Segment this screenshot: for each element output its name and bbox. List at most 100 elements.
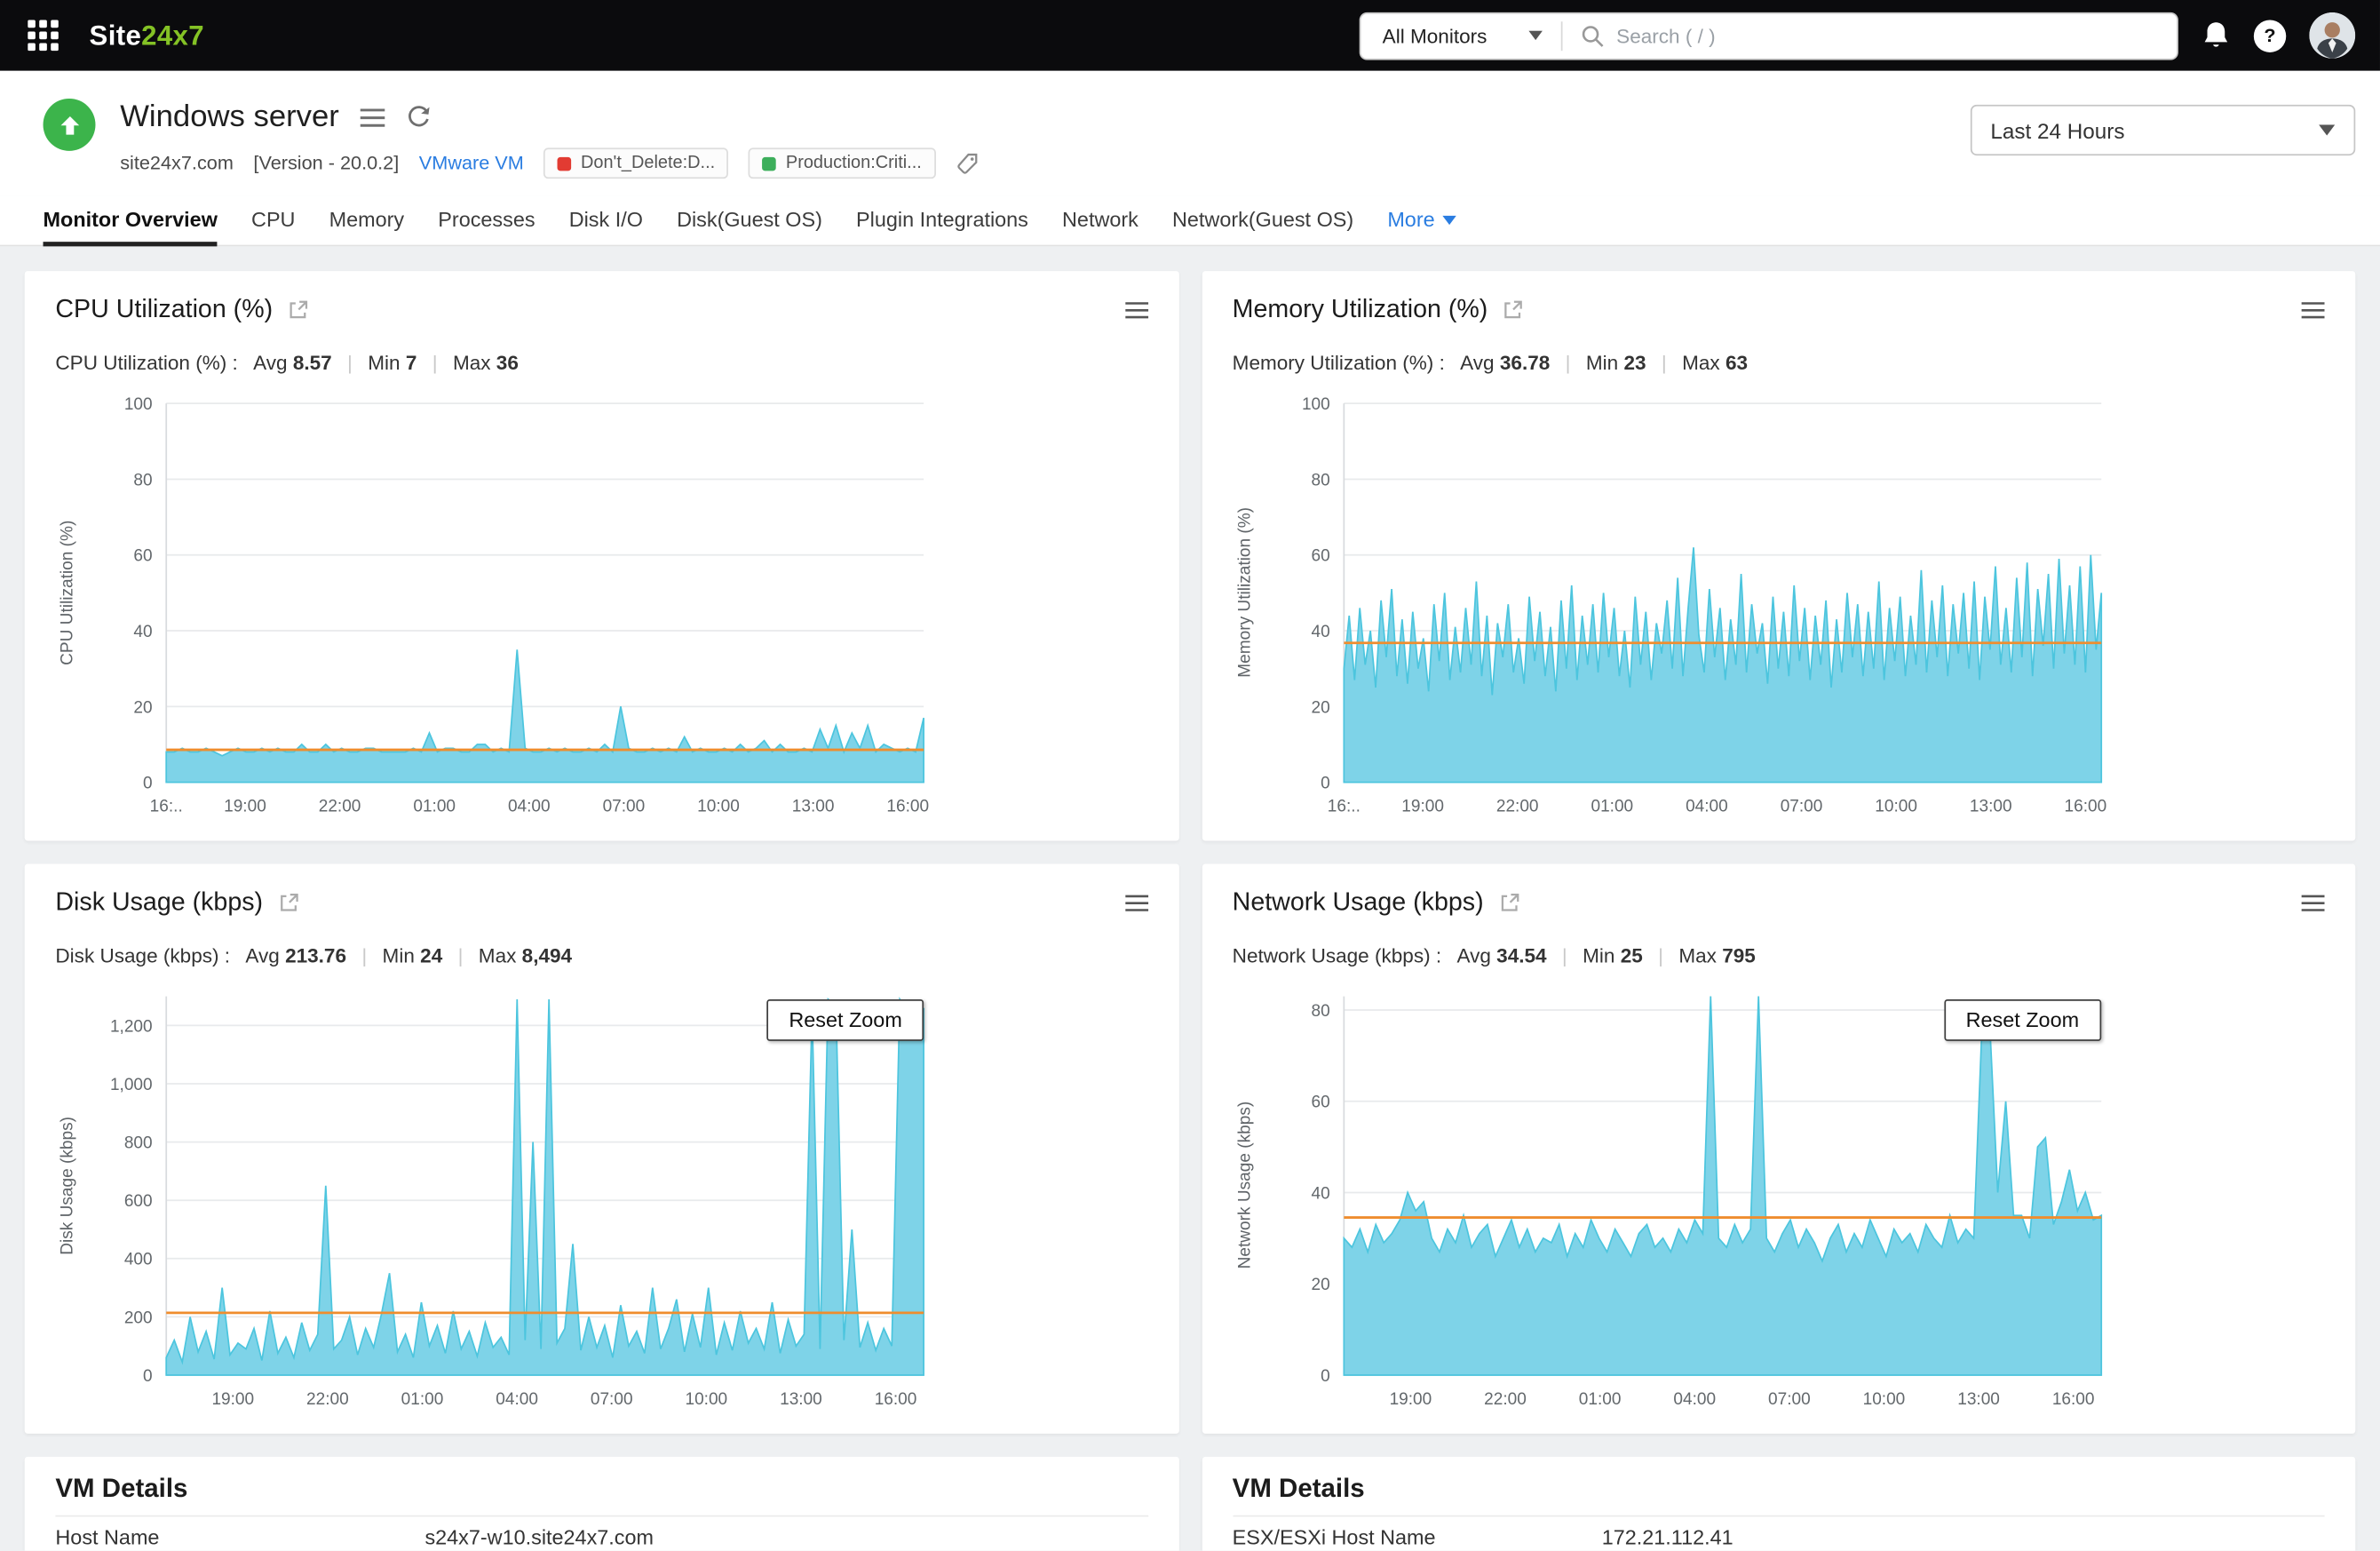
stat-min: Min 7 [368,350,417,374]
all-monitors-label: All Monitors [1382,23,1488,47]
chart-title: Disk Usage (kbps) [55,887,264,916]
expand-icon[interactable] [289,299,309,320]
memory-utilization-card: Memory Utilization (%) Memory Utilizatio… [1201,271,2356,841]
caret-down-icon [1528,30,1543,41]
reset-zoom-button[interactable]: Reset Zoom [767,999,924,1041]
tab-network-guest-os[interactable]: Network(Guest OS) [1172,208,1353,245]
svg-text:0: 0 [143,1367,153,1386]
search-icon [1582,25,1604,47]
vm-detail-row: ESX/ESXi Host Name 172.21.112.41 [1232,1515,2325,1549]
svg-text:19:00: 19:00 [224,798,266,816]
memory-chart[interactable]: 0 20 40 60 80 100 16:.. 19:00 22:00 01:00 04:00 07:… [1257,382,2134,825]
svg-text:04:00: 04:00 [1685,798,1727,816]
svg-text:16:00: 16:00 [875,1390,917,1409]
expand-icon[interactable] [1503,299,1524,320]
svg-text:07:00: 07:00 [1780,798,1822,816]
vm-detail-value: s24x7-w10.site24x7.com [424,1525,654,1549]
tab-memory[interactable]: Memory [329,208,405,245]
vm-detail-label: Host Name [55,1525,160,1549]
tab-plugin-integrations[interactable]: Plugin Integrations [856,208,1028,245]
svg-text:40: 40 [1311,623,1329,641]
svg-text:13:00: 13:00 [1956,1390,1999,1409]
svg-text:80: 80 [133,471,152,489]
tab-network[interactable]: Network [1062,208,1138,245]
page-title: Windows server [120,99,339,133]
tab-disk-guest-os[interactable]: Disk(Guest OS) [677,208,822,245]
tab-disk-io[interactable]: Disk I/O [569,208,643,245]
site24x7-logo[interactable]: Site24x7 [90,20,204,52]
all-monitors-dropdown[interactable]: All Monitors [1361,13,1560,58]
chart-stats: Disk Usage (kbps) : Avg 213.76 | Min 24 … [55,941,1147,968]
chart-menu-icon[interactable] [1124,894,1148,911]
svg-text:40: 40 [133,623,152,641]
tab-processes[interactable]: Processes [438,208,535,245]
topbar-controls: All Monitors ? [1359,12,2356,60]
logo-text-24x7: 24x7 [141,19,204,51]
topbar: Site24x7 All Monitors ? [0,0,2380,71]
chart-menu-icon[interactable] [2301,894,2325,911]
separator: | [1658,943,1664,966]
caret-down-icon [2319,124,2336,136]
monitor-header: Windows server site24x7.com [Version - 2… [0,70,2380,196]
svg-text:100: 100 [124,395,153,414]
svg-text:800: 800 [124,1134,153,1153]
search-input[interactable] [1616,23,2159,47]
search-pill: All Monitors [1359,12,2178,60]
time-range-dropdown[interactable]: Last 24 Hours [1970,104,2356,156]
svg-text:40: 40 [1311,1184,1329,1203]
search-box[interactable] [1563,13,2178,58]
tag-color-green [762,155,777,171]
apps-grid-icon[interactable] [28,20,59,52]
dashboard-grid: CPU Utilization (%) CPU Utilization (%) … [0,246,2380,1551]
svg-text:01:00: 01:00 [413,798,456,816]
separator: | [432,350,438,374]
svg-text:22:00: 22:00 [1495,798,1538,816]
y-axis-label: Disk Usage (kbps) [58,1116,77,1255]
stat-avg: Avg 34.54 [1456,943,1547,966]
expand-icon[interactable] [1499,893,1519,913]
refresh-icon[interactable] [407,105,432,130]
svg-text:0: 0 [143,775,153,793]
expand-icon[interactable] [278,893,298,913]
monitor-version: [Version - 20.0.2] [253,152,400,174]
tag-chip-dont-delete[interactable]: Don't_Delete:D... [543,147,729,179]
svg-text:16:..: 16:.. [1327,798,1360,816]
reset-zoom-button[interactable]: Reset Zoom [1944,999,2101,1041]
tab-more[interactable]: More [1387,208,1456,245]
svg-text:20: 20 [133,698,152,717]
svg-text:13:00: 13:00 [780,1390,822,1409]
vm-details-card-guest: VM Details Host Name s24x7-w10.site24x7.… [24,1456,1178,1551]
tag-chip-production[interactable]: Production:Criti... [749,147,936,179]
svg-text:22:00: 22:00 [306,1390,349,1409]
tag-icon[interactable] [956,152,979,175]
svg-text:19:00: 19:00 [211,1390,254,1409]
chart-menu-icon[interactable] [2301,301,2325,318]
stat-max: Max 795 [1678,943,1756,966]
tab-cpu[interactable]: CPU [251,208,295,245]
cpu-chart[interactable]: 0 20 40 60 80 100 16:.. 19:00 22:00 01:00 04:00 07:… [80,382,957,825]
svg-text:04:00: 04:00 [496,1390,538,1409]
bell-icon[interactable] [2202,20,2231,52]
svg-text:0: 0 [1320,775,1329,793]
chart-menu-icon[interactable] [1124,301,1148,318]
svg-text:01:00: 01:00 [401,1390,444,1409]
stat-max: Max 63 [1682,350,1749,374]
network-chart[interactable]: Reset Zoom 0 20 40 60 80 19:00 22:00 01:00 04:00… [1257,974,2134,1418]
monitor-menu-icon[interactable] [361,107,385,127]
chart-title: Memory Utilization (%) [1232,294,1488,323]
svg-text:20: 20 [1311,1276,1329,1294]
avatar[interactable] [2309,12,2356,59]
disk-chart[interactable]: Reset Zoom 0 200 400 600 800 1,000 1,200 19:00 2… [80,974,957,1418]
stats-label: Network Usage (kbps) : [1232,943,1442,966]
svg-text:100: 100 [1301,395,1329,414]
svg-text:07:00: 07:00 [1767,1390,1810,1409]
vmware-vm-link[interactable]: VMware VM [419,153,524,174]
stat-max: Max 8,494 [478,943,573,966]
help-icon[interactable]: ? [2253,19,2287,52]
svg-text:16:00: 16:00 [2064,798,2106,816]
tab-monitor-overview[interactable]: Monitor Overview [43,208,218,247]
disk-usage-card: Disk Usage (kbps) Disk Usage (kbps) : Av… [24,863,1178,1434]
svg-text:13:00: 13:00 [792,798,835,816]
svg-text:16:00: 16:00 [2051,1390,2094,1409]
stat-min: Min 23 [1585,350,1646,374]
